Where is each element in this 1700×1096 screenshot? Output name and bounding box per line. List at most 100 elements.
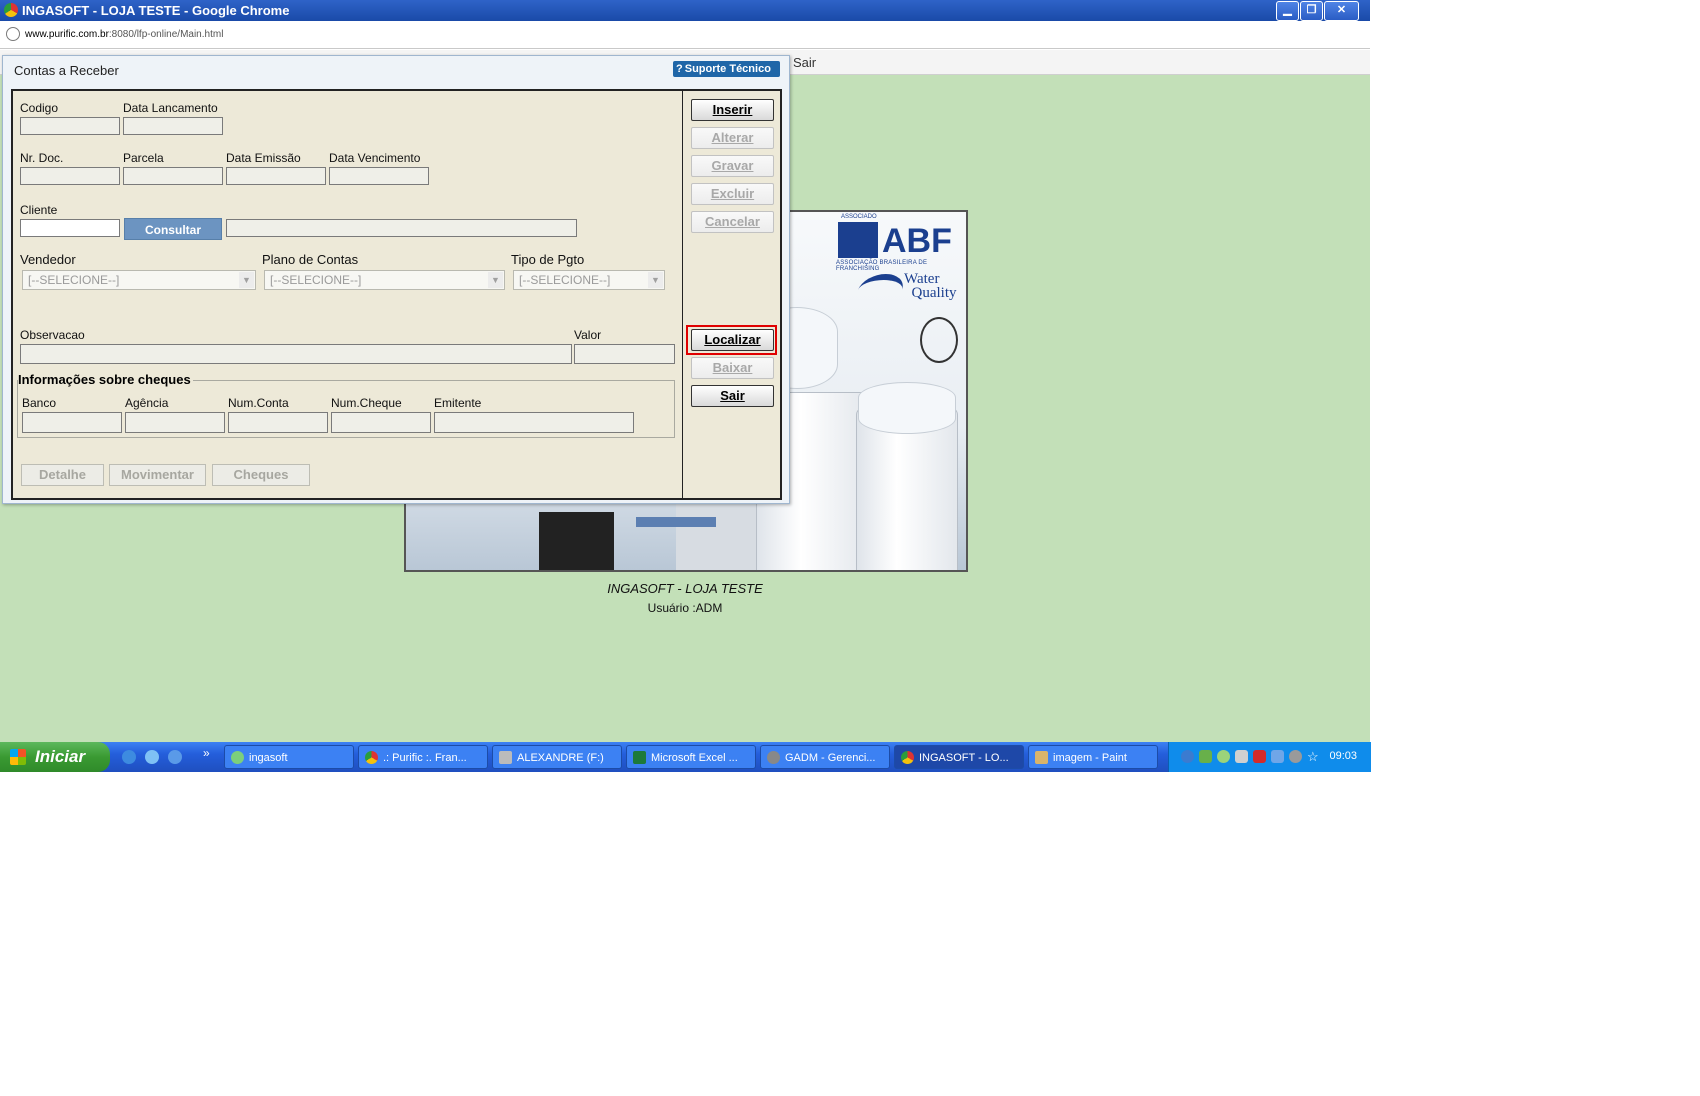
cheques-section-title: Informações sobre cheques	[18, 372, 193, 387]
task-ingasoft[interactable]: ingasoft	[224, 745, 354, 769]
label-tipo-pgto: Tipo de Pgto	[511, 252, 585, 267]
task-paint[interactable]: imagem - Paint	[1028, 745, 1158, 769]
brand-text: INGASOFT - LOJA TESTE	[607, 581, 763, 596]
localizar-button[interactable]: Localizar	[691, 329, 774, 351]
detalhe-button[interactable]: Detalhe	[21, 464, 104, 486]
restore-icon[interactable]: ❐	[1300, 1, 1323, 21]
label-data-vencimento: Data Vencimento	[329, 151, 421, 165]
label-codigo: Codigo	[20, 101, 59, 115]
cliente-code-input[interactable]	[20, 219, 120, 237]
dialog-title: Contas a Receber	[14, 63, 119, 78]
user-icon[interactable]	[1235, 750, 1248, 763]
data-lancamento-input[interactable]	[123, 117, 223, 135]
emitente-input[interactable]	[434, 412, 634, 433]
valor-input[interactable]	[574, 344, 675, 364]
num-cheque-input[interactable]	[331, 412, 431, 433]
alterar-button[interactable]: Alterar	[691, 127, 774, 149]
clock: 09:03	[1329, 750, 1357, 762]
cheques-button[interactable]: Cheques	[212, 464, 310, 486]
label-num-conta: Num.Conta	[228, 396, 289, 410]
water-cooler-tank	[858, 382, 956, 434]
water-cooler-illustration	[676, 502, 756, 570]
label-parcela: Parcela	[123, 151, 164, 165]
acrobat-icon[interactable]	[1253, 750, 1266, 763]
codigo-input[interactable]	[20, 117, 120, 135]
water-quality-logo: Water Quality	[904, 271, 957, 301]
menu-sair[interactable]: Sair	[793, 55, 816, 70]
task-purific[interactable]: .: Purific :. Fran...	[358, 745, 488, 769]
desktop-icon[interactable]	[145, 750, 159, 764]
label-banco: Banco	[22, 396, 57, 410]
chevron-down-icon: ▼	[648, 272, 663, 288]
display-icon[interactable]	[1271, 750, 1284, 763]
movimentar-button[interactable]: Movimentar	[109, 464, 206, 486]
label-agencia: Agência	[125, 396, 169, 410]
data-vencimento-input[interactable]	[329, 167, 429, 185]
window-titlebar: INGASOFT - LOJA TESTE - Google Chrome ▁ …	[0, 0, 1370, 21]
tipo-pgto-select[interactable]: [--SELECIONE--] ▼	[513, 270, 665, 290]
inserir-button[interactable]: Inserir	[691, 99, 774, 121]
start-button[interactable]: Iniciar	[0, 742, 110, 772]
star-icon[interactable]: ☆	[1307, 750, 1320, 763]
contas-a-receber-dialog: Contas a Receber ? Suporte Técnico Codigo…	[2, 55, 790, 504]
chevron-down-icon: ▼	[488, 272, 503, 288]
chrome-icon	[4, 3, 18, 17]
sair-button[interactable]: Sair	[691, 385, 774, 407]
excel-icon	[633, 751, 646, 764]
user-text: Usuário :ADM	[647, 601, 723, 615]
plano-contas-select[interactable]: [--SELECIONE--] ▼	[264, 270, 505, 290]
nr-doc-input[interactable]	[20, 167, 120, 185]
system-tray: ☆ 09:03	[1168, 742, 1371, 772]
shield-icon[interactable]	[1199, 750, 1212, 763]
label-emitente: Emitente	[434, 396, 482, 410]
chevron-right-icon[interactable]: »	[203, 746, 217, 760]
agencia-input[interactable]	[125, 412, 225, 433]
drive-icon	[499, 751, 512, 764]
banco-input[interactable]	[22, 412, 122, 433]
label-num-cheque: Num.Cheque	[331, 396, 402, 410]
url-text[interactable]: www.purific.com.br:8080/lfp-online/Main.…	[25, 29, 223, 40]
media-icon[interactable]	[168, 750, 182, 764]
task-alexandre-drive[interactable]: ALEXANDRE (F:)	[492, 745, 622, 769]
consultar-button[interactable]: Consultar	[124, 218, 222, 240]
window-title: INGASOFT - LOJA TESTE - Google Chrome	[22, 3, 290, 18]
ie-icon[interactable]	[122, 750, 136, 764]
abf-subtitle: ASSOCIAÇÃO BRASILEIRA DE FRANCHISING	[836, 260, 928, 272]
parcela-input[interactable]	[123, 167, 223, 185]
label-plano-contas: Plano de Contas	[262, 252, 359, 267]
form-panel: Codigo Data Lancamento Nr. Doc. Parcela …	[11, 89, 684, 500]
label-observacao: Observacao	[20, 328, 85, 342]
label-data-emissao: Data Emissão	[226, 151, 301, 165]
help-icon: ?	[676, 63, 683, 75]
label-data-lancamento: Data Lancamento	[123, 101, 218, 115]
network-icon[interactable]	[1181, 750, 1194, 763]
tray-illustration	[636, 517, 716, 527]
gravar-button[interactable]: Gravar	[691, 155, 774, 177]
sync-icon[interactable]	[1217, 750, 1230, 763]
data-emissao-input[interactable]	[226, 167, 326, 185]
task-gadm[interactable]: GADM - Gerenci...	[760, 745, 890, 769]
task-ingasoft-chrome[interactable]: INGASOFT - LO...	[894, 745, 1024, 769]
close-icon[interactable]: ✕	[1324, 1, 1359, 21]
num-conta-input[interactable]	[228, 412, 328, 433]
label-vendedor: Vendedor	[20, 252, 76, 267]
vendedor-select[interactable]: [--SELECIONE--] ▼	[22, 270, 256, 290]
abf-logo: ABF	[882, 222, 952, 260]
cliente-name-input[interactable]	[226, 219, 577, 237]
baixar-button[interactable]: Baixar	[691, 357, 774, 379]
excluir-button[interactable]: Excluir	[691, 183, 774, 205]
water-quality-wave-icon	[852, 274, 908, 306]
minimize-icon[interactable]: ▁	[1276, 1, 1299, 21]
observacao-input[interactable]	[20, 344, 572, 364]
chrome-icon	[365, 751, 378, 764]
speaker-icon[interactable]	[1289, 750, 1302, 763]
suporte-tecnico-button[interactable]: ? Suporte Técnico	[673, 61, 780, 77]
abf-badge-icon	[838, 222, 878, 258]
address-bar[interactable]: www.purific.com.br:8080/lfp-online/Main.…	[0, 21, 1370, 49]
label-nr-doc: Nr. Doc.	[20, 151, 64, 165]
task-excel[interactable]: Microsoft Excel ...	[626, 745, 756, 769]
cancelar-button[interactable]: Cancelar	[691, 211, 774, 233]
windows-flag-icon	[10, 749, 26, 765]
chrome-icon	[901, 751, 914, 764]
paint-icon	[1035, 751, 1048, 764]
